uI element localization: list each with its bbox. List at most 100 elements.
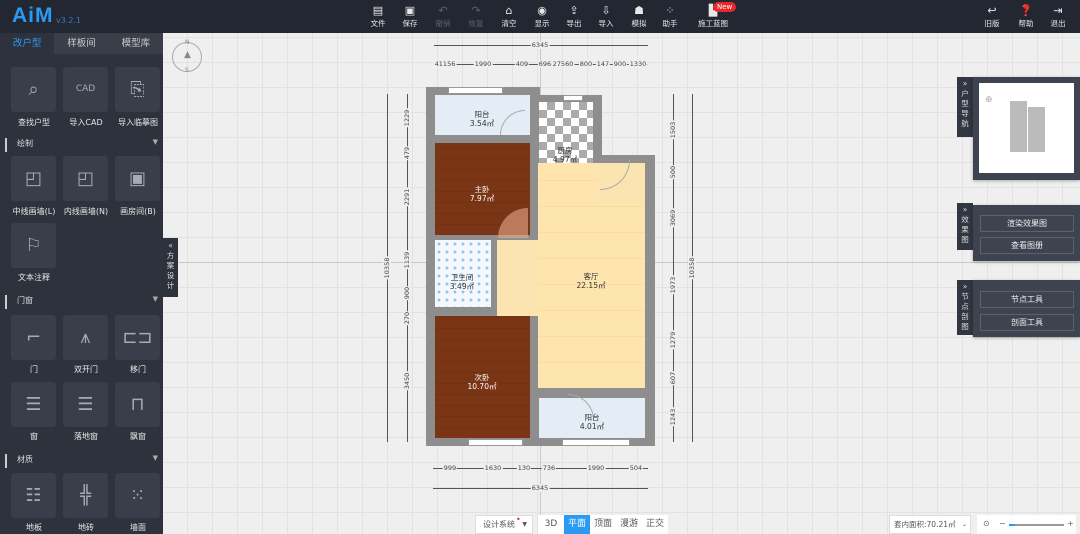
room-label: 厨房 4.97㎡ — [552, 146, 578, 164]
dim-label: 27560 — [551, 60, 575, 68]
dim-bottom-total: 6345 — [530, 484, 550, 492]
view-walkthrough[interactable]: 漫游 — [616, 515, 642, 534]
center-view-icon[interactable]: ⊙ — [983, 515, 990, 532]
dim-label: 1973 — [669, 275, 677, 295]
node-tool-button[interactable]: 节点工具 — [980, 291, 1074, 308]
import-button[interactable]: ⇩ 导入 — [591, 4, 621, 29]
locate-icon[interactable]: ⊕ — [985, 95, 993, 105]
export-button[interactable]: ⇪ 导出 — [559, 4, 589, 29]
render-tab[interactable]: » 效果图 — [957, 203, 973, 250]
import-cad-button[interactable]: CAD — [63, 67, 108, 112]
floor-window-button[interactable]: ☰ — [63, 382, 108, 427]
dim-top-total: 6345 — [530, 41, 550, 49]
sliding-door-icon: ⊏⊐ — [122, 327, 153, 348]
display-button[interactable]: ◉ 显示 — [527, 4, 557, 29]
tab-label: 户型导航 — [961, 89, 969, 128]
minimap-room — [1027, 107, 1045, 152]
draw-room-button[interactable]: ▣ — [115, 156, 160, 201]
section-tool-button[interactable]: 剖面工具 — [980, 314, 1074, 331]
logout-button[interactable]: ⇥ 退出 — [1043, 4, 1073, 29]
section-draw[interactable]: 绘制 ▼ — [5, 138, 168, 152]
tool-label: 查找户型 — [18, 118, 50, 127]
window[interactable] — [562, 439, 630, 446]
bay-window-icon: ⊓ — [130, 394, 145, 415]
scheme-design-tab[interactable]: «方案设计 — [163, 238, 178, 297]
layout-navigator[interactable]: ⊕ — [973, 77, 1080, 180]
dim-label: 130 — [516, 464, 532, 472]
dropdown-label: 设计系统 — [483, 520, 515, 529]
cad-file-icon: CAD — [75, 84, 96, 94]
layout-nav-tab[interactable]: » 户型导航 — [957, 77, 973, 137]
file-icon: ▤ — [372, 4, 384, 17]
view-album-button[interactable]: 查看图册 — [980, 237, 1074, 254]
floorboard-button[interactable]: ☷ — [11, 473, 56, 518]
render-button[interactable]: 渲染效果图 — [980, 215, 1074, 232]
floor-tile-button[interactable]: ╬ — [63, 473, 108, 518]
clear-button[interactable]: ⌂ 清空 — [494, 4, 524, 29]
door-button[interactable]: ⌐ — [11, 315, 56, 360]
compass-icon[interactable]: N ▲ S — [172, 39, 202, 74]
window-button[interactable]: ☰ — [11, 382, 56, 427]
compass-south: S — [185, 67, 189, 74]
view-3d[interactable]: 3D — [538, 515, 564, 534]
find-layout-button[interactable]: ⌕ — [11, 67, 56, 112]
collapse-icon: « — [168, 241, 173, 250]
new-badge: New — [713, 2, 737, 12]
section-title: 绘制 — [17, 139, 33, 148]
simulate-label: 模拟 — [631, 19, 647, 28]
file-label: 文件 — [370, 19, 386, 28]
sliding-door-button[interactable]: ⊏⊐ — [115, 315, 160, 360]
chevron-down-icon: ▼ — [152, 454, 158, 462]
clear-label: 清空 — [501, 19, 517, 28]
render-panel: 渲染效果图 查看图册 — [973, 205, 1080, 261]
wall-surface-button[interactable]: ⁙ — [115, 473, 160, 518]
section-doors-windows[interactable]: 门窗 ▼ — [5, 295, 168, 309]
section-materials[interactable]: 材质 ▼ — [5, 454, 168, 468]
simulate-button[interactable]: ☗ 模拟 — [624, 4, 654, 29]
area-display[interactable]: 套内面积:70.21㎡ ⌄ — [889, 515, 971, 534]
import-trace-button[interactable]: ⎘ — [115, 67, 160, 112]
node-section-tab[interactable]: » 节点剖图 — [957, 280, 973, 335]
zoom-slider[interactable] — [1009, 524, 1064, 526]
notification-dot: • — [516, 515, 521, 524]
room-label: 主卧 7.97㎡ — [469, 185, 495, 203]
export-icon: ⇪ — [569, 4, 579, 17]
room-label: 阳台 4.01㎡ — [579, 413, 605, 431]
dim-label: 3450 — [403, 371, 411, 391]
redo-button[interactable]: ↷ 恢复 — [461, 4, 491, 29]
tab-sample-room[interactable]: 样板间 — [54, 33, 108, 54]
assistant-button[interactable]: ⁘ 助手 — [655, 4, 685, 29]
view-ceiling[interactable]: 顶面 — [590, 515, 616, 534]
floor-window-icon: ☰ — [77, 394, 94, 415]
tab-model-library[interactable]: 模型库 — [109, 33, 163, 54]
chevron-down-icon: ▼ — [522, 521, 527, 528]
dim-label: 504 — [628, 464, 644, 472]
view-plan[interactable]: 平面 — [564, 515, 590, 534]
centerline-wall-button[interactable]: ◰ — [11, 156, 56, 201]
zoom-in-button[interactable]: + — [1067, 515, 1074, 532]
dim-right-total: 10358 — [688, 256, 696, 280]
room-hallway[interactable] — [497, 240, 542, 316]
double-door-button[interactable]: ⩚ — [63, 315, 108, 360]
old-version-button[interactable]: ↩ 旧版 — [977, 4, 1007, 29]
back-icon: ↩ — [987, 4, 997, 17]
file-button[interactable]: ▤ 文件 — [363, 4, 393, 29]
redo-icon: ↷ — [471, 4, 481, 17]
zoom-out-button[interactable]: − — [999, 515, 1006, 532]
floorboard-icon: ☷ — [25, 485, 42, 506]
undo-icon: ↶ — [438, 4, 448, 17]
innerline-wall-button[interactable]: ◰ — [63, 156, 108, 201]
window[interactable] — [563, 95, 583, 101]
view-orthographic[interactable]: 正交 — [642, 515, 668, 534]
minimap[interactable]: ⊕ — [979, 83, 1074, 173]
undo-button[interactable]: ↶ 撤销 — [428, 4, 458, 29]
dim-label: 800 — [578, 60, 594, 68]
design-system-dropdown[interactable]: 设计系统 • ▼ — [475, 515, 533, 534]
text-note-button[interactable]: ⚐ — [11, 223, 56, 268]
tab-modify-layout[interactable]: 改户型 — [0, 33, 55, 54]
window[interactable] — [468, 439, 523, 446]
assistant-label: 助手 — [662, 19, 678, 28]
save-button[interactable]: ▣ 保存 — [395, 4, 425, 29]
window[interactable] — [448, 87, 503, 94]
bay-window-button[interactable]: ⊓ — [115, 382, 160, 427]
